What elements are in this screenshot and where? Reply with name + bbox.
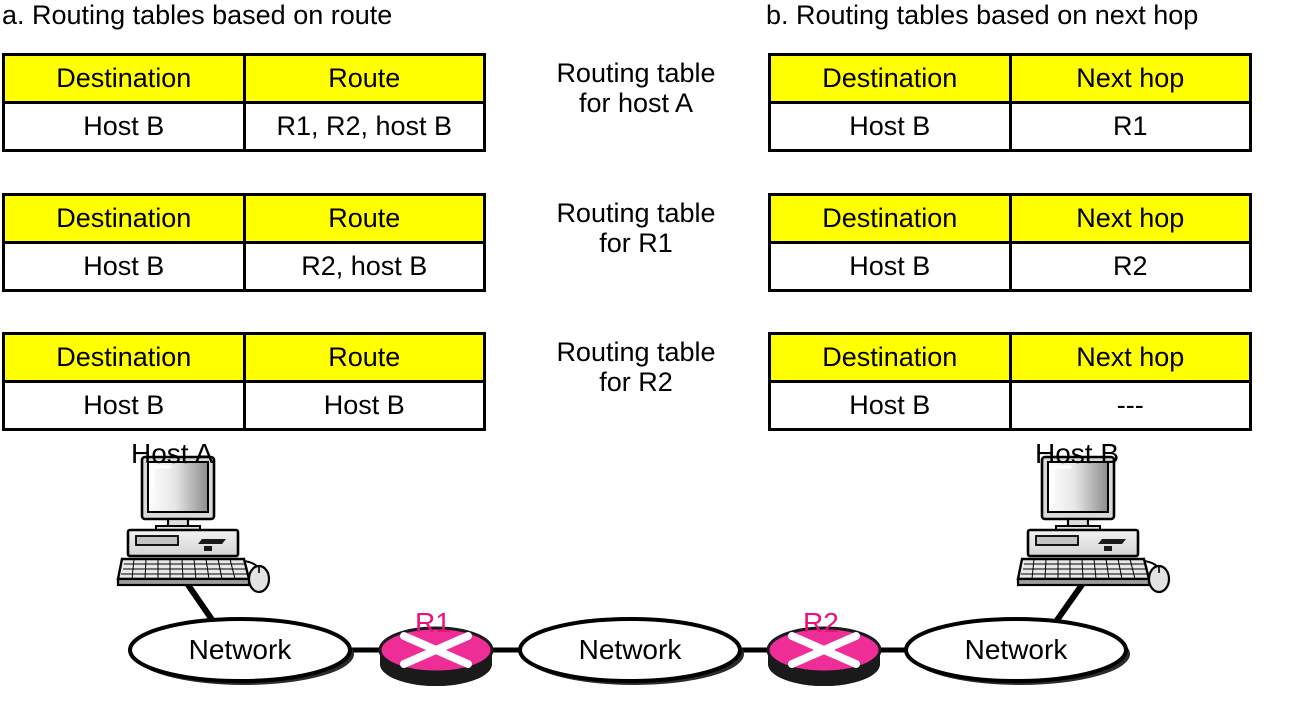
center-label-line1: Routing table xyxy=(556,58,716,88)
column-header-destination: Destination xyxy=(771,196,1012,241)
router-r2-label: R2 xyxy=(803,607,839,638)
table-row: Host B Host B xyxy=(5,383,483,428)
column-header-next-hop: Next hop xyxy=(1011,335,1249,380)
column-header-next-hop: Next hop xyxy=(1011,196,1249,241)
routing-table-nexthop-r1: Destination Next hop Host B R2 xyxy=(768,193,1252,292)
table-header-row: Destination Next hop xyxy=(771,56,1249,104)
host-a-computer-icon xyxy=(116,455,271,594)
cell-next-hop: --- xyxy=(1116,390,1144,420)
network-topology-diagram: Host A Host B R1 R2 Network Network Netw… xyxy=(0,440,1291,701)
column-header-destination: Destination xyxy=(771,56,1012,101)
cell-destination: Host B xyxy=(771,244,1012,289)
routing-table-route-r2: Destination Route Host B Host B xyxy=(2,332,486,431)
center-label-r2: Routing table for R2 xyxy=(508,337,764,397)
table-header-row: Destination Route xyxy=(5,196,483,244)
section-caption-b: b. Routing tables based on next hop xyxy=(766,0,1199,30)
cell-destination: Host B xyxy=(771,104,1012,149)
table-row: Host B R2, host B xyxy=(5,244,483,289)
center-label-line1: Routing table xyxy=(556,198,716,228)
network-3-label: Network xyxy=(964,634,1068,665)
router-r1-label: R1 xyxy=(415,607,451,638)
network-1-label: Network xyxy=(188,634,292,665)
network-2-label: Network xyxy=(578,634,682,665)
column-header-destination: Destination xyxy=(771,335,1012,380)
routing-table-nexthop-r2: Destination Next hop Host B --- xyxy=(768,332,1252,431)
cell-route: Host B xyxy=(323,390,405,420)
cell-destination: Host B xyxy=(5,383,246,428)
routing-table-nexthop-host-a: Destination Next hop Host B R1 xyxy=(768,53,1252,152)
column-header-route: Route xyxy=(245,196,483,241)
table-row: Host B R1 xyxy=(771,104,1249,149)
section-caption-a: a. Routing tables based on route xyxy=(2,0,393,30)
routing-table-route-host-a: Destination Route Host B R1, R2, host B xyxy=(2,53,486,152)
table-row: Host B R1, R2, host B xyxy=(5,104,483,149)
cell-route: R1, R2, host B xyxy=(276,111,453,141)
column-header-destination: Destination xyxy=(5,335,246,380)
host-b-label: Host B xyxy=(1035,438,1120,469)
center-label-line1: Routing table xyxy=(556,337,716,367)
column-header-route: Route xyxy=(245,335,483,380)
center-label-line2: for R1 xyxy=(599,228,673,259)
table-row: Host B --- xyxy=(771,383,1249,428)
column-header-next-hop: Next hop xyxy=(1011,56,1249,101)
cell-next-hop: R2 xyxy=(1112,251,1148,281)
center-label-line2: for R2 xyxy=(599,367,673,398)
column-header-destination: Destination xyxy=(5,56,246,101)
host-b-computer-icon xyxy=(1016,455,1171,594)
host-a-label: Host A xyxy=(131,438,214,469)
center-label-r1: Routing table for R1 xyxy=(508,198,764,258)
routing-table-route-r1: Destination Route Host B R2, host B xyxy=(2,193,486,292)
table-header-row: Destination Route xyxy=(5,335,483,383)
center-label-host-a: Routing table for host A xyxy=(508,58,764,118)
center-label-line2: for host A xyxy=(578,88,694,119)
table-row: Host B R2 xyxy=(771,244,1249,289)
table-header-row: Destination Next hop xyxy=(771,335,1249,383)
column-header-destination: Destination xyxy=(5,196,246,241)
cell-route: R2, host B xyxy=(301,251,428,281)
column-header-route: Route xyxy=(245,56,483,101)
table-header-row: Destination Route xyxy=(5,56,483,104)
table-header-row: Destination Next hop xyxy=(771,196,1249,244)
cell-destination: Host B xyxy=(771,383,1012,428)
cell-destination: Host B xyxy=(5,244,246,289)
cell-destination: Host B xyxy=(5,104,246,149)
cell-next-hop: R1 xyxy=(1112,111,1148,141)
